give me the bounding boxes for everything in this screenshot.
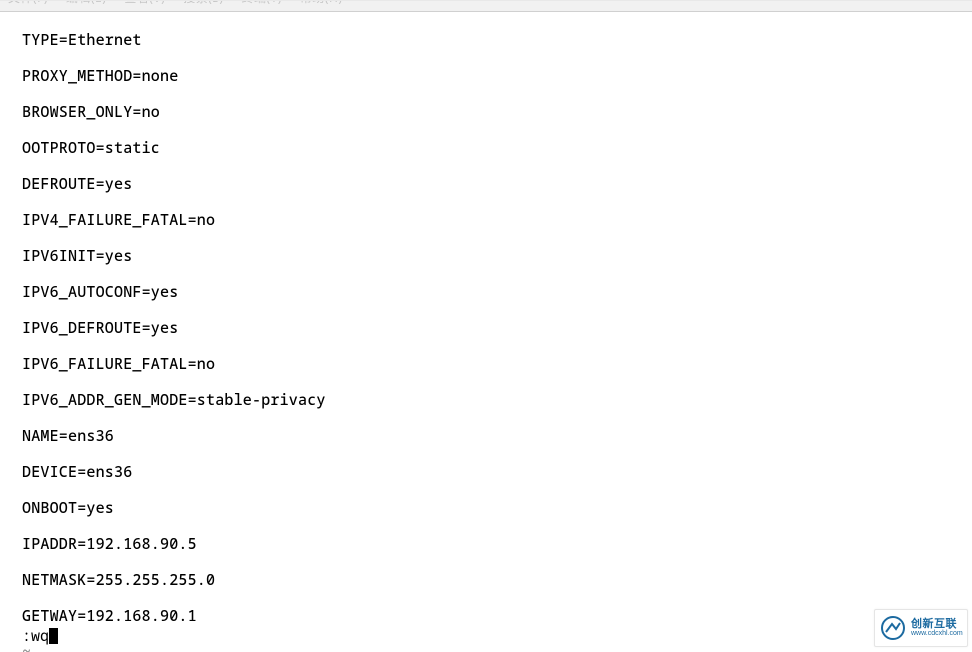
config-line: PROXY_METHOD=none <box>22 67 972 85</box>
config-line: NETMASK=255.255.255.0 <box>22 571 972 589</box>
terminal-content[interactable]: TYPE=Ethernet PROXY_METHOD=none BROWSER_… <box>0 12 972 652</box>
menu-help[interactable]: 帮助(H) <box>300 0 343 6</box>
config-line: OOTPROTO=static <box>22 139 972 157</box>
config-line: TYPE=Ethernet <box>22 31 972 49</box>
config-line: IPV6_ADDR_GEN_MODE=stable-privacy <box>22 391 972 409</box>
menu-view[interactable]: 查看(V) <box>124 0 165 6</box>
cursor <box>49 628 58 644</box>
watermark-url: www.cdcxhl.com <box>911 630 963 638</box>
config-line: ONBOOT=yes <box>22 499 972 517</box>
config-line: NAME=ens36 <box>22 427 972 445</box>
command-text: wq <box>31 627 49 645</box>
menu-edit[interactable]: 编辑(E) <box>66 0 106 6</box>
config-line: DEFROUTE=yes <box>22 175 972 193</box>
config-line: IPADDR=192.168.90.5 <box>22 535 972 553</box>
config-line: IPV4_FAILURE_FATAL=no <box>22 211 972 229</box>
menu-terminal[interactable]: 终端(T) <box>242 0 282 6</box>
watermark-logo-icon <box>879 614 907 642</box>
config-line: DEVICE=ens36 <box>22 463 972 481</box>
menubar: 文件(F) 编辑(E) 查看(V) 搜索(S) 终端(T) 帮助(H) <box>0 0 972 12</box>
vim-command-line[interactable]: :wq <box>22 627 58 645</box>
config-line: IPV6_DEFROUTE=yes <box>22 319 972 337</box>
empty-line-tilde: ~ <box>22 643 972 652</box>
config-line: IPV6_FAILURE_FATAL=no <box>22 355 972 373</box>
config-line: IPV6INIT=yes <box>22 247 972 265</box>
watermark-brand: 创新互联 <box>911 618 963 630</box>
config-line: BROWSER_ONLY=no <box>22 103 972 121</box>
watermark: 创新互联 www.cdcxhl.com <box>874 609 968 647</box>
command-prefix: : <box>22 627 31 645</box>
menu-file[interactable]: 文件(F) <box>8 0 48 6</box>
menu-search[interactable]: 搜索(S) <box>183 0 223 6</box>
config-line: GETWAY=192.168.90.1 <box>22 607 972 625</box>
config-line: IPV6_AUTOCONF=yes <box>22 283 972 301</box>
